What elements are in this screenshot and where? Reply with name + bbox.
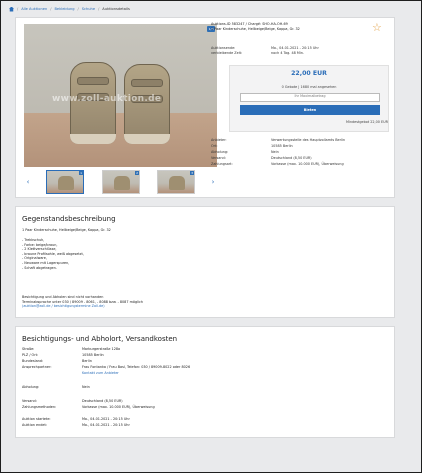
listing-card: www.zoll-auktion.de 1/3 ‹ 1 2 3 › Auktio… (15, 17, 395, 198)
description-heading: Gegenstandsbeschreibung (22, 215, 116, 223)
breadcrumb-clothing[interactable]: Bekleidung (54, 7, 74, 11)
breadcrumb-shoes[interactable]: Schuhe (82, 7, 95, 11)
bid-box: 22,00 EUR 0 Gebote | 1680 mal angesehen … (229, 65, 389, 132)
description-intro: 1 Paar Kinderschuhe, Hellbeige/Beige, Ka… (22, 228, 111, 232)
main-photo[interactable]: www.zoll-auktion.de 1/3 (24, 24, 217, 167)
seller-link[interactable]: Verwertungsstelle des Hauptzollamts Berl… (271, 138, 371, 143)
thumbnail-2[interactable]: 2 (102, 170, 140, 194)
chevron-right-icon[interactable]: › (209, 174, 217, 190)
home-icon[interactable] (9, 6, 14, 12)
watermark: www.zoll-auktion.de (52, 94, 162, 104)
thumbnail-strip: ‹ 1 2 3 › (24, 170, 217, 194)
remaining-time: noch 4 Tag. 48 Min. (271, 51, 304, 55)
chevron-left-icon[interactable]: ‹ (24, 174, 32, 190)
shipping-heading: Besichtigungs- und Abholort, Versandkost… (22, 335, 178, 343)
max-bid-input[interactable]: Ihr Maximalbetrag (240, 93, 380, 102)
contact-seller-link[interactable]: Kontakt zum Anbieter (82, 371, 119, 376)
contact-link[interactable]: (auktion@zoll.de / besichtigungstermine … (22, 304, 143, 309)
breadcrumb: / Alle Auktionen / Bekleidung / Schuhe /… (9, 5, 130, 13)
current-price: 22,00 EUR (291, 70, 327, 77)
bid-button[interactable]: Bieten (240, 105, 380, 115)
thumbnail-3[interactable]: 3 (157, 170, 195, 194)
min-bid: Mindestgebot 22,00 EUR (346, 120, 388, 124)
star-icon[interactable]: ☆ (372, 22, 383, 33)
page-frame: / Alle Auktionen / Bekleidung / Schuhe /… (0, 0, 422, 473)
listing-title: 1 Paar Kinderschuhe, Hellbeige/Beige, Ka… (211, 26, 300, 31)
bid-count: 0 Gebote | 1680 mal angesehen (281, 85, 337, 89)
thumbnail-1[interactable]: 1 (46, 170, 84, 194)
auction-end: Mo., 04.01.2021 - 20:15 Uhr (271, 46, 319, 50)
breadcrumb-all-auctions[interactable]: Alle Auktionen (21, 7, 47, 11)
shipping-card: Besichtigungs- und Abholort, Versandkost… (15, 326, 395, 438)
description-bullets: - Trekkschuh, - Farbe: beige/braun, - 2 … (22, 238, 84, 270)
description-card: Gegenstandsbeschreibung 1 Paar Kindersch… (15, 206, 395, 318)
breadcrumb-current: Auktionsdetails (102, 7, 130, 11)
shoe-image (124, 64, 170, 144)
